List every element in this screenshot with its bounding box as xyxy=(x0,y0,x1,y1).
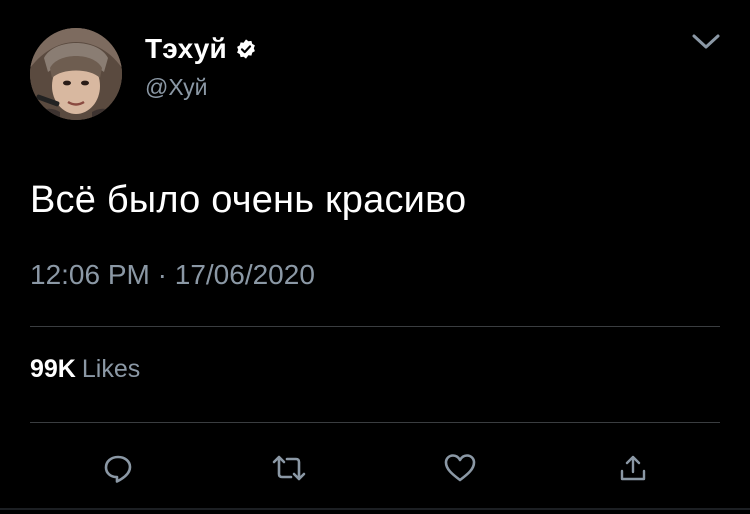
retweet-button[interactable] xyxy=(267,446,311,490)
tweet-detail: Тэхуй @Хуй Всё было очень красиво 12:06 … xyxy=(0,0,750,514)
divider xyxy=(30,422,720,423)
avatar[interactable] xyxy=(30,28,122,120)
verified-badge-icon xyxy=(235,38,257,60)
avatar-image xyxy=(30,28,122,120)
bottom-divider xyxy=(0,508,750,510)
chevron-down-icon xyxy=(692,34,720,49)
heart-icon xyxy=(444,454,476,482)
tweet-actions-bar xyxy=(0,446,750,490)
tweet-timestamp[interactable]: 12:06 PM · 17/06/2020 xyxy=(30,255,315,295)
likes-label: Likes xyxy=(81,355,141,383)
likes-stat[interactable]: 99K Likes xyxy=(30,352,140,386)
tweet-time: 12:06 PM xyxy=(30,259,150,290)
reply-icon xyxy=(104,455,132,483)
reply-button[interactable] xyxy=(96,446,140,490)
like-button[interactable] xyxy=(438,446,482,490)
retweet-icon xyxy=(272,455,306,481)
more-options-button[interactable] xyxy=(688,28,724,56)
tweet-text: Всё было очень красиво xyxy=(30,179,467,221)
divider xyxy=(30,326,720,327)
share-button[interactable] xyxy=(611,446,655,490)
author-name-row[interactable]: Тэхуй xyxy=(145,32,257,66)
likes-count: 99K xyxy=(30,355,76,383)
share-icon xyxy=(620,455,646,481)
meta-separator: · xyxy=(157,259,167,290)
user-handle[interactable]: @Хуй xyxy=(145,74,208,101)
display-name[interactable]: Тэхуй xyxy=(145,33,227,65)
tweet-date: 17/06/2020 xyxy=(174,259,315,290)
